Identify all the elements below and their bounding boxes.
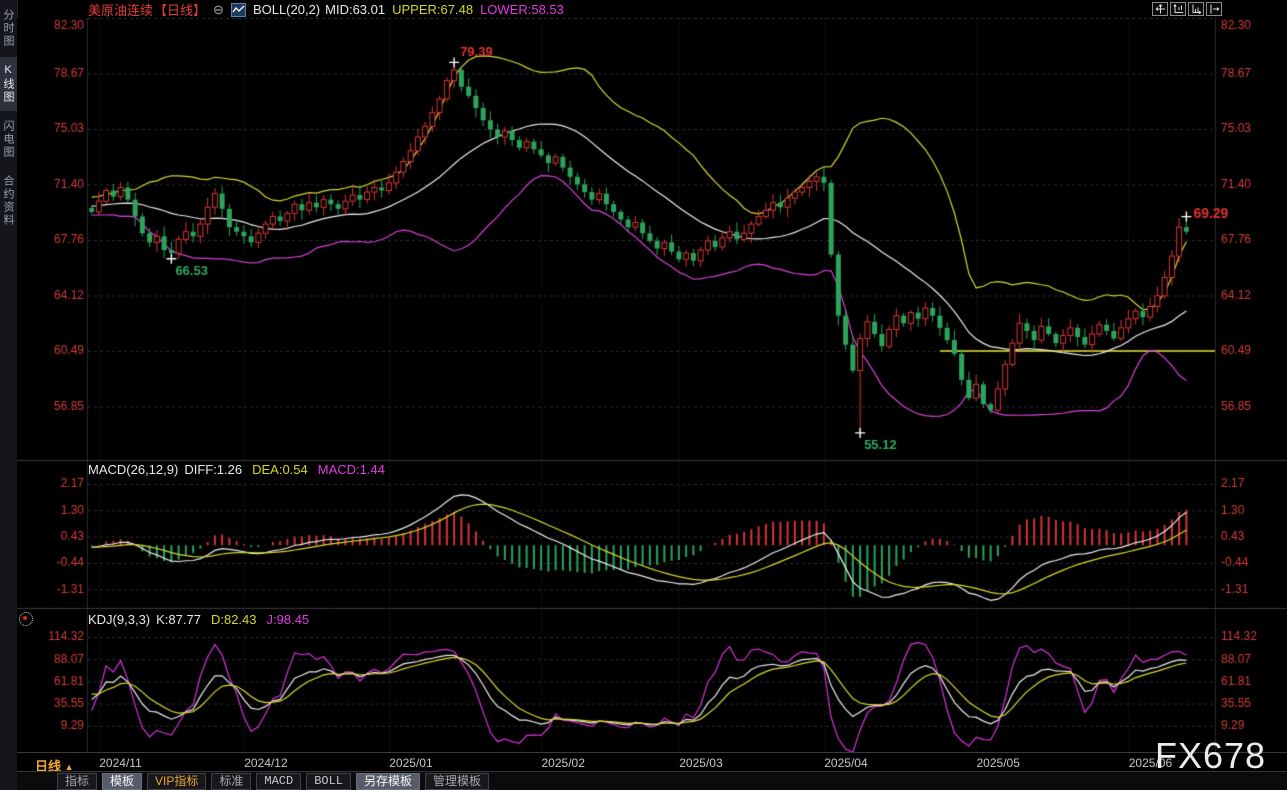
x-axis: 日线 ▲ 2024/112024/122025/012025/022025/03… — [17, 752, 1287, 772]
sidebar-item-flash-chart[interactable]: 闪电图 — [0, 113, 17, 166]
chart-tools-group — [1152, 2, 1222, 16]
x-axis-label: 2025/03 — [679, 756, 722, 770]
kdj-j-value: J:98.45 — [267, 612, 310, 627]
boll-upper-value: UPPER:67.48 — [392, 2, 473, 17]
x-axis-label: 2025/02 — [542, 756, 585, 770]
boll-mid-value: MID:63.01 — [325, 2, 385, 17]
move-crosshair-icon[interactable] — [1152, 2, 1168, 16]
left-sidebar: 分时图 K线图 闪电图 合约资料 — [0, 0, 18, 790]
toolbar-item-save-template[interactable]: 另存模板 — [356, 773, 420, 790]
x-axis-label: 2024/11 — [99, 756, 142, 770]
x-axis-label: 2025/01 — [389, 756, 432, 770]
bottom-toolbar: 指标 模板 VIP指标 标准 MACD BOLL 另存模板 管理模板 — [17, 771, 1287, 790]
toolbar-item-manage-templates[interactable]: 管理模板 — [425, 773, 489, 790]
boll-lower-value: LOWER:58.53 — [480, 2, 564, 17]
toolbar-item-standard[interactable]: 标准 — [211, 773, 251, 790]
kdj-k-value: K:87.77 — [156, 612, 201, 627]
toolbar-item-indicators[interactable]: 指标 — [57, 773, 97, 790]
x-axis-label: 2024/12 — [244, 756, 287, 770]
app-window: 分时图 K线图 闪电图 合约资料 美原油连续 【日线】 ⊖ BOLL(20,2)… — [0, 0, 1287, 790]
kdj-d-value: D:82.43 — [211, 612, 257, 627]
chart-header: 美原油连续 【日线】 ⊖ BOLL(20,2) MID:63.01 UPPER:… — [88, 1, 564, 18]
collapse-circle-icon[interactable]: ⊖ — [213, 3, 224, 16]
x-axis-label: 2025/05 — [977, 756, 1020, 770]
y-axis-adjust-icon[interactable] — [1170, 2, 1186, 16]
kdj-title: KDJ(9,3,3) — [88, 612, 150, 627]
x-axis-adjust-icon[interactable] — [1188, 2, 1204, 16]
macd-dea-value: DEA:0.54 — [252, 462, 308, 477]
indicator-settings-icon[interactable] — [19, 612, 33, 626]
price-chart-canvas[interactable] — [17, 18, 1287, 752]
macd-value: MACD:1.44 — [318, 462, 385, 477]
pan-right-icon[interactable] — [1206, 2, 1222, 16]
macd-diff-value: DIFF:1.26 — [184, 462, 242, 477]
macd-header: MACD(26,12,9) DIFF:1.26 DEA:0.54 MACD:1.… — [88, 461, 385, 477]
fx678-watermark: FX678 — [1155, 735, 1266, 777]
sidebar-item-contract-info[interactable]: 合约资料 — [0, 168, 17, 234]
toolbar-item-macd[interactable]: MACD — [256, 773, 301, 790]
sidebar-item-kline[interactable]: K线图 — [0, 57, 17, 111]
x-axis-label: 2025/04 — [824, 756, 867, 770]
indicator-chart-icon — [231, 3, 246, 17]
period-tag: 【日线】 — [154, 0, 206, 19]
symbol-title: 美原油连续 — [88, 0, 153, 19]
kdj-header: KDJ(9,3,3) K:87.77 D:82.43 J:98.45 — [88, 611, 309, 627]
boll-params-label: BOLL(20,2) — [253, 2, 320, 17]
toolbar-item-templates[interactable]: 模板 — [102, 773, 142, 790]
sidebar-item-timeshare[interactable]: 分时图 — [0, 2, 17, 55]
macd-title: MACD(26,12,9) — [88, 462, 178, 477]
toolbar-item-boll[interactable]: BOLL — [306, 773, 351, 790]
toolbar-item-vip-indicators[interactable]: VIP指标 — [147, 773, 206, 790]
